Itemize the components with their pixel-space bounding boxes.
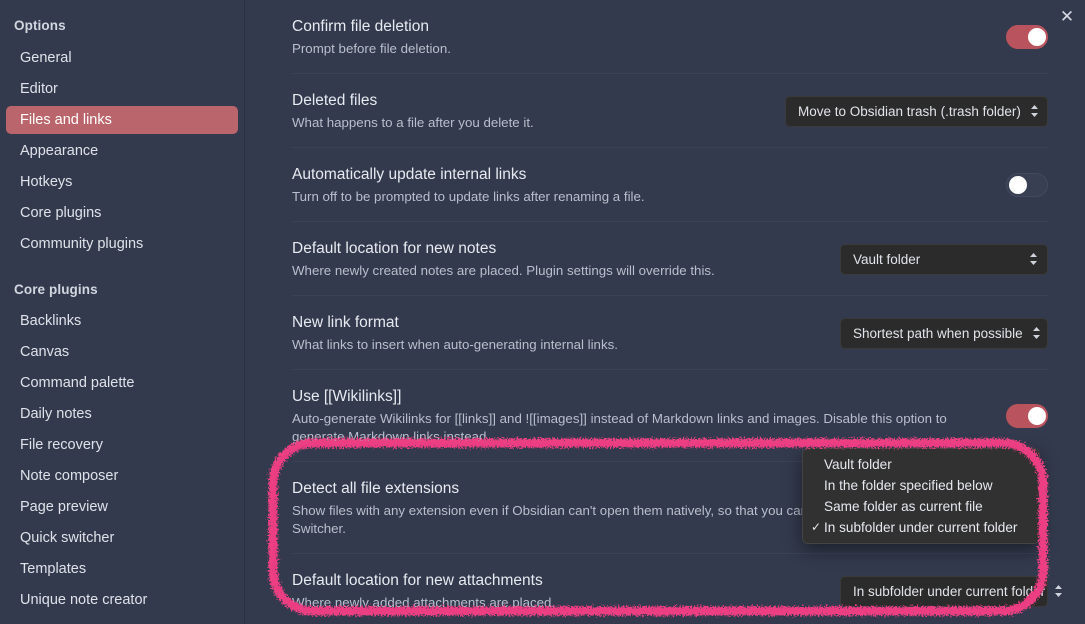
settings-window: Options General Editor Files and links A… xyxy=(0,0,1085,624)
setting-name: Confirm file deletion xyxy=(292,18,429,35)
setting-description: What happens to a file after you delete … xyxy=(292,115,534,130)
select-value: In subfolder under current folder xyxy=(853,583,1046,599)
sidebar-item-file-recovery[interactable]: File recovery xyxy=(6,431,238,459)
chevron-updown-icon xyxy=(1054,584,1063,598)
setting-info: Default location for new notes Where new… xyxy=(292,238,824,280)
setting-info: Deleted files What happens to a file aft… xyxy=(292,90,769,132)
dropdown-item-in-folder-specified-below[interactable]: In the folder specified below xyxy=(803,475,1039,495)
sidebar-item-general[interactable]: General xyxy=(6,44,238,72)
setting-control xyxy=(1006,404,1048,428)
setting-description: Where newly created notes are placed. Pl… xyxy=(292,263,715,278)
setting-description: Where newly added attachments are placed… xyxy=(292,595,556,610)
select-deleted-files[interactable]: Move to Obsidian trash (.trash folder) xyxy=(785,95,1048,127)
dropdown-item-label: In subfolder under current folder xyxy=(824,519,1018,535)
sidebar-heading-core-plugins: Core plugins xyxy=(14,282,98,297)
sidebar-heading-options: Options xyxy=(14,18,66,33)
dropdown-menu-attachment-location[interactable]: Vault folder In the folder specified bel… xyxy=(802,448,1040,544)
sidebar-item-files-and-links[interactable]: Files and links xyxy=(6,106,238,134)
setting-row-confirm-file-deletion: Confirm file deletion Prompt before file… xyxy=(292,0,1048,74)
chevron-updown-icon xyxy=(1029,252,1038,266)
select-new-link-format[interactable]: Shortest path when possible xyxy=(840,317,1048,349)
checkmark-icon: ✓ xyxy=(811,520,822,534)
select-default-location-new-notes[interactable]: Vault folder xyxy=(840,243,1048,275)
dropdown-item-label: In the folder specified below xyxy=(824,477,993,493)
sidebar-item-command-palette[interactable]: Command palette xyxy=(6,369,238,397)
dropdown-item-in-subfolder-under-current-folder[interactable]: ✓ In subfolder under current folder xyxy=(803,517,1039,537)
setting-control xyxy=(1006,173,1048,197)
select-value: Vault folder xyxy=(853,251,921,267)
setting-row-default-location-new-attachments: Default location for new attachments Whe… xyxy=(292,554,1063,624)
settings-sidebar: Options General Editor Files and links A… xyxy=(0,0,245,624)
setting-description: What links to insert when auto-generatin… xyxy=(292,337,618,352)
setting-control: In subfolder under current folder xyxy=(840,575,1063,607)
setting-description: Prompt before file deletion. xyxy=(292,41,451,56)
dropdown-item-label: Same folder as current file xyxy=(824,498,983,514)
chevron-updown-icon xyxy=(1030,104,1039,118)
sidebar-item-page-preview[interactable]: Page preview xyxy=(6,493,238,521)
setting-name: Default location for new notes xyxy=(292,240,497,257)
setting-name: New link format xyxy=(292,314,399,331)
sidebar-item-backlinks[interactable]: Backlinks xyxy=(6,307,238,335)
chevron-updown-svg xyxy=(1030,253,1037,265)
toggle-use-wikilinks[interactable] xyxy=(1006,404,1048,428)
toggle-knob xyxy=(1028,28,1046,46)
toggle-auto-update-links[interactable] xyxy=(1006,173,1048,197)
setting-control xyxy=(1006,25,1048,49)
setting-control: Shortest path when possible xyxy=(840,317,1048,349)
setting-control: Move to Obsidian trash (.trash folder) xyxy=(785,95,1048,127)
setting-description: Auto-generate Wikilinks for [[links]] an… xyxy=(292,411,947,444)
dropdown-item-label: Vault folder xyxy=(824,456,892,472)
setting-name: Automatically update internal links xyxy=(292,166,527,183)
setting-info: Automatically update internal links Turn… xyxy=(292,164,990,206)
setting-info: Use [[Wikilinks]] Auto-generate Wikilink… xyxy=(292,386,990,446)
setting-row-deleted-files: Deleted files What happens to a file aft… xyxy=(292,74,1048,148)
toggle-confirm-file-deletion[interactable] xyxy=(1006,25,1048,49)
setting-info: New link format What links to insert whe… xyxy=(292,312,824,354)
chevron-updown-svg xyxy=(1032,327,1040,339)
chevron-updown-icon xyxy=(1032,326,1041,340)
setting-row-new-link-format: New link format What links to insert whe… xyxy=(292,296,1048,370)
setting-name: Use [[Wikilinks]] xyxy=(292,388,402,405)
dropdown-item-vault-folder[interactable]: Vault folder xyxy=(803,454,1039,474)
setting-description: Turn off to be prompted to update links … xyxy=(292,189,645,204)
sidebar-item-quick-switcher[interactable]: Quick switcher xyxy=(6,524,238,552)
toggle-knob xyxy=(1009,176,1027,194)
select-value: Move to Obsidian trash (.trash folder) xyxy=(798,103,1021,119)
setting-name: Deleted files xyxy=(292,92,378,109)
setting-info: Default location for new attachments Whe… xyxy=(292,570,824,612)
toggle-knob xyxy=(1028,407,1046,425)
chevron-updown-svg xyxy=(1055,585,1063,597)
setting-info: Confirm file deletion Prompt before file… xyxy=(292,16,990,58)
dropdown-item-same-folder-as-current-file[interactable]: Same folder as current file xyxy=(803,496,1039,516)
setting-name: Default location for new attachments xyxy=(292,572,543,589)
chevron-updown-svg xyxy=(1030,105,1038,117)
setting-row-auto-update-links: Automatically update internal links Turn… xyxy=(292,148,1048,222)
select-default-location-new-attachments[interactable]: In subfolder under current folder xyxy=(840,575,1063,607)
sidebar-item-editor[interactable]: Editor xyxy=(6,75,238,103)
setting-control: Vault folder xyxy=(840,243,1048,275)
sidebar-item-unique-note-creator[interactable]: Unique note creator xyxy=(6,586,238,614)
sidebar-item-canvas[interactable]: Canvas xyxy=(6,338,238,366)
sidebar-item-hotkeys[interactable]: Hotkeys xyxy=(6,168,238,196)
sidebar-item-appearance[interactable]: Appearance xyxy=(6,137,238,165)
setting-row-default-location-new-notes: Default location for new notes Where new… xyxy=(292,222,1048,296)
sidebar-item-daily-notes[interactable]: Daily notes xyxy=(6,400,238,428)
sidebar-item-note-composer[interactable]: Note composer xyxy=(6,462,238,490)
sidebar-item-core-plugins[interactable]: Core plugins xyxy=(6,199,238,227)
select-value: Shortest path when possible xyxy=(853,325,1023,341)
sidebar-item-community-plugins[interactable]: Community plugins xyxy=(6,230,238,258)
sidebar-item-templates[interactable]: Templates xyxy=(6,555,238,583)
close-icon[interactable]: ✕ xyxy=(1054,3,1080,29)
